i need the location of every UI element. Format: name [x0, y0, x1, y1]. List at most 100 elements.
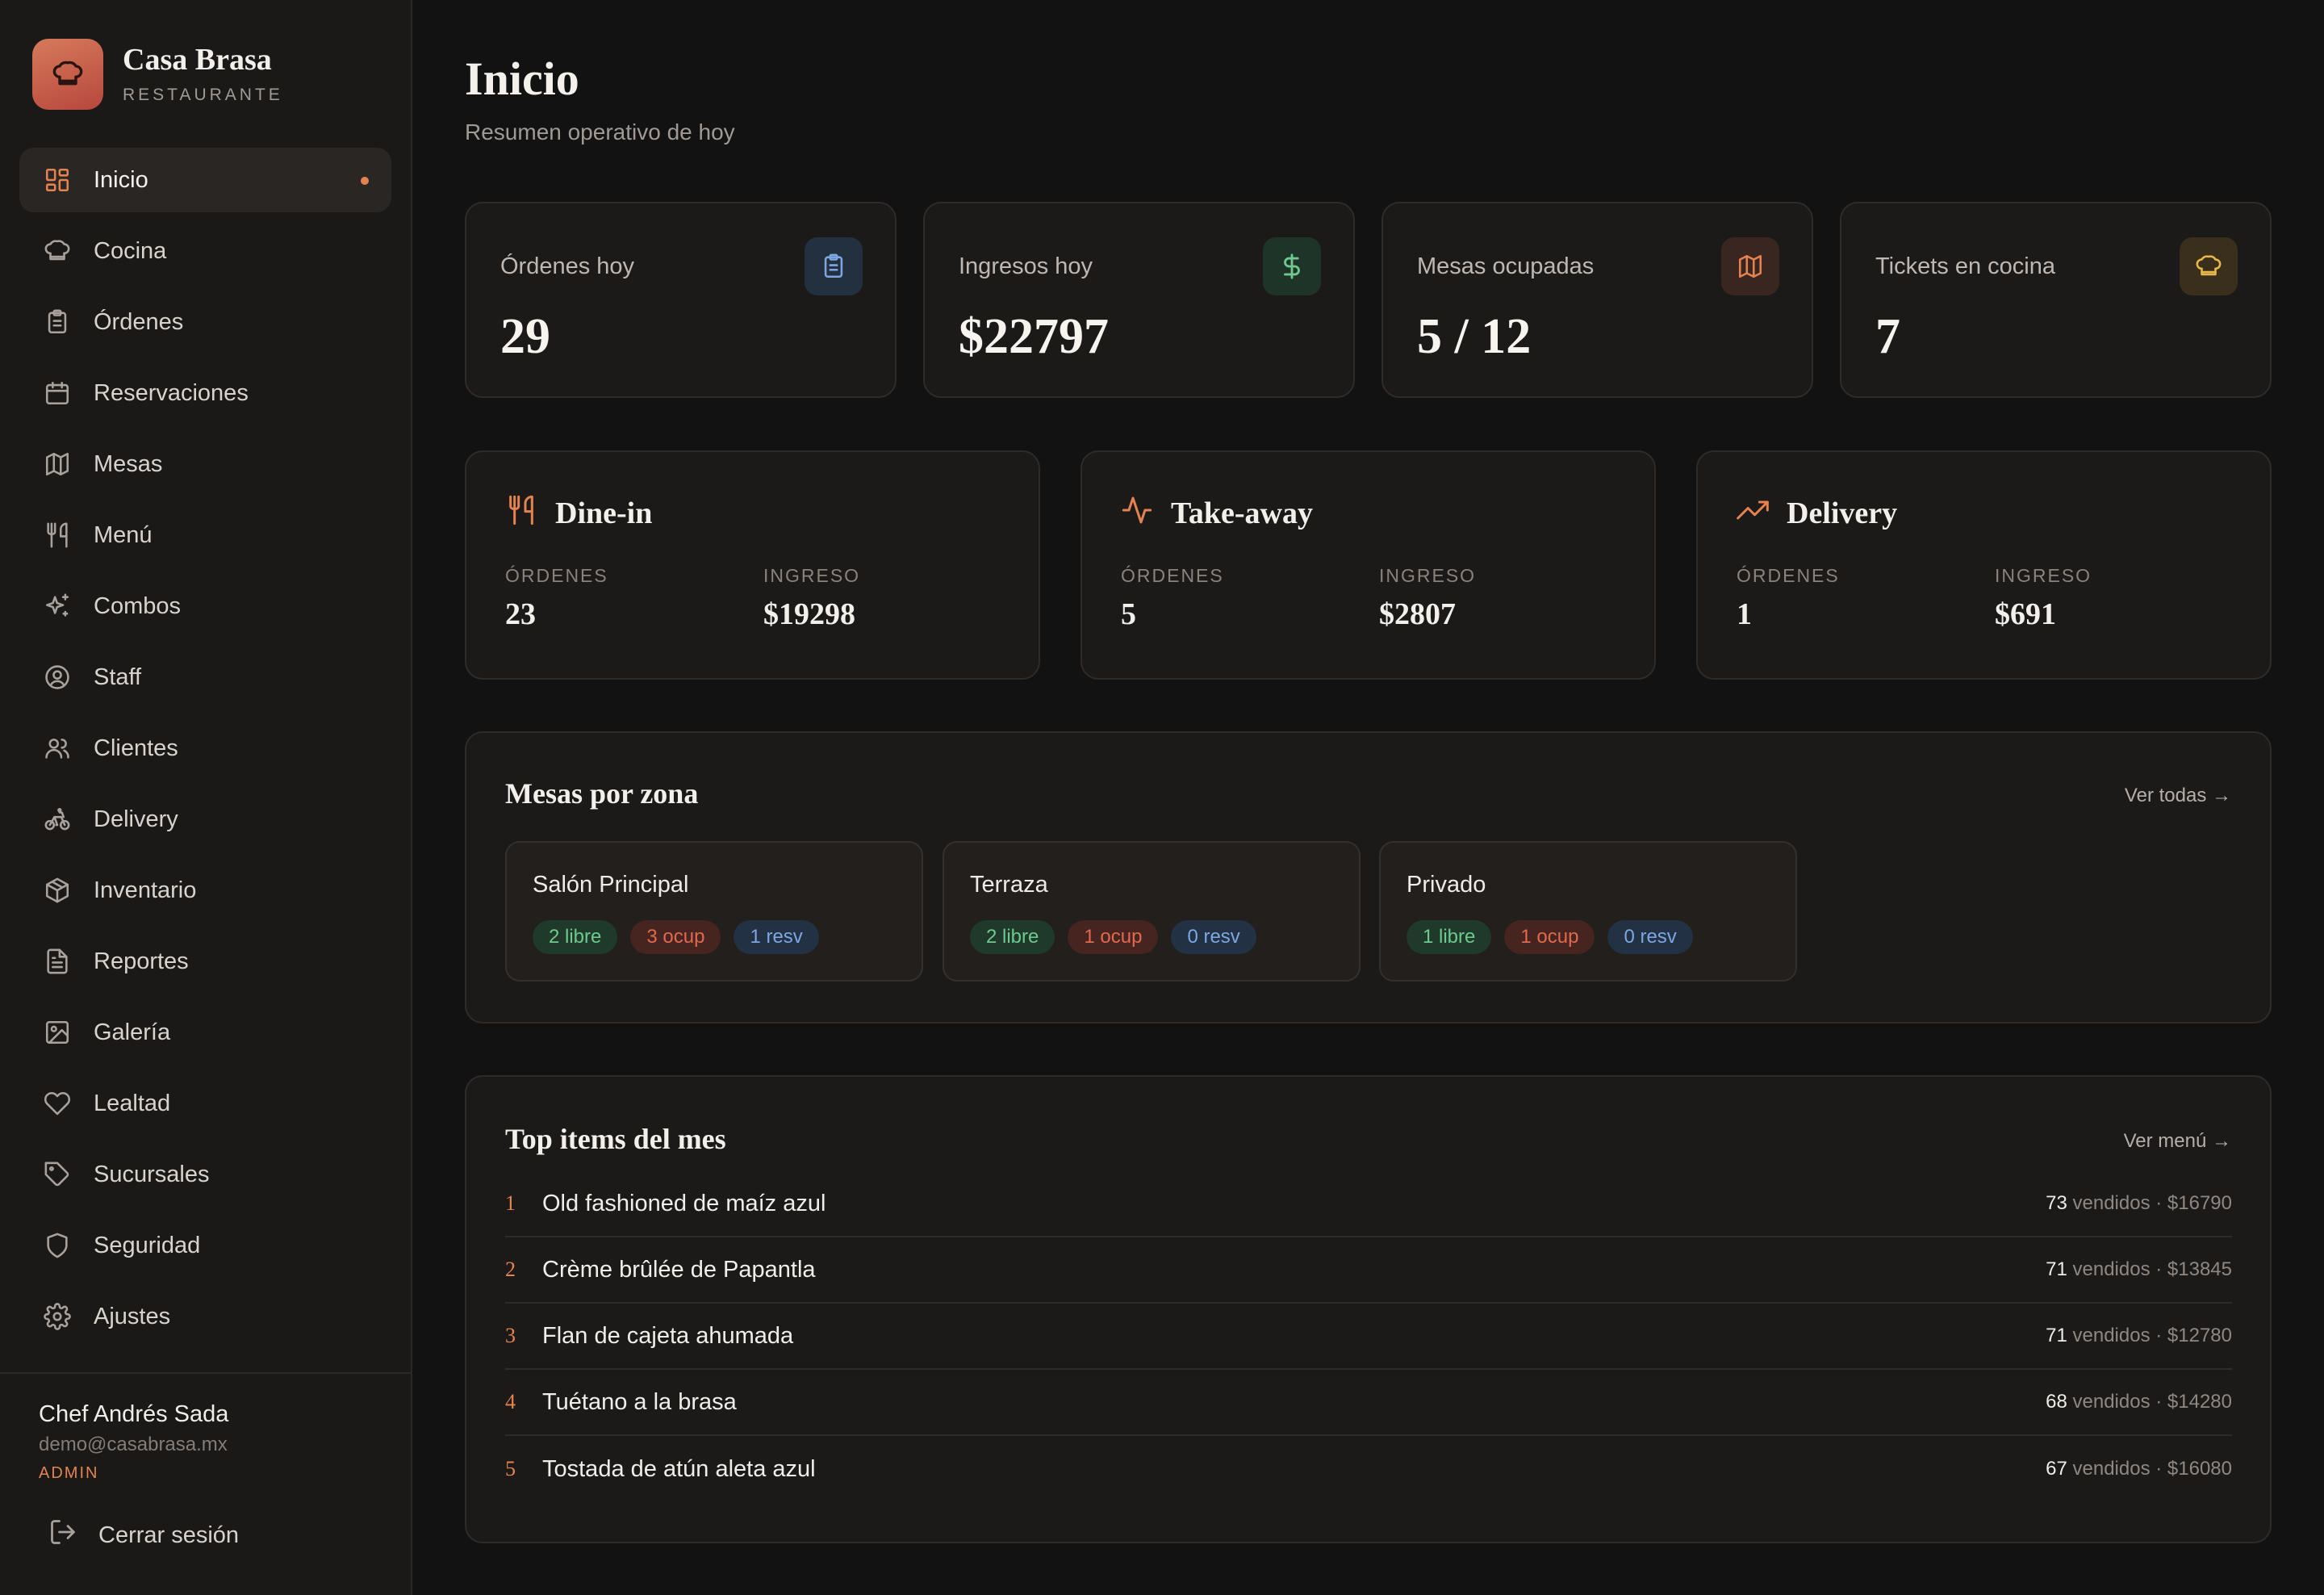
service-card-dine-in: Dine-in ÓRDENES 23 INGRESO $19298 [465, 450, 1040, 680]
list-item[interactable]: 2 Crème brûlée de Papantla 71 vendidos ·… [505, 1237, 2232, 1304]
view-menu-link[interactable]: Ver menú → [2124, 1130, 2231, 1153]
list-item[interactable]: 4 Tuétano a la brasa 68 vendidos · $1428… [505, 1370, 2232, 1436]
sidebar-item-label: Reportes [94, 948, 189, 974]
sidebar-item-clientes[interactable]: Clientes [19, 716, 391, 781]
view-all-link[interactable]: Ver todas → [2125, 785, 2231, 807]
image-icon [42, 1017, 73, 1048]
brand[interactable]: Casa Brasa RESTAURANTE [32, 39, 283, 110]
orders-label: ÓRDENES [505, 565, 608, 586]
zone-card[interactable]: Privado 1 libre 1 ocup 0 resv [1379, 841, 1797, 982]
item-name: Tuétano a la brasa [542, 1388, 737, 1415]
stat-label: Ingresos hoy [959, 253, 1093, 279]
sidebar-item-menu[interactable]: Menú [19, 503, 391, 567]
orders-value: 23 [505, 597, 536, 631]
package-icon [42, 875, 73, 906]
sidebar-item-staff[interactable]: Staff [19, 645, 391, 710]
status-badge-resv: 0 resv [1171, 920, 1256, 954]
sidebar-item-delivery[interactable]: Delivery [19, 787, 391, 852]
status-badge-ocup: 1 ocup [1068, 920, 1159, 954]
item-sold-label: vendidos · $16080 [2072, 1458, 2232, 1480]
item-name: Old fashioned de maíz azul [542, 1190, 826, 1216]
users-icon [42, 733, 73, 764]
revenue-value: $691 [1995, 597, 2056, 631]
sidebar-item-galeria[interactable]: Galería [19, 1000, 391, 1065]
orders-label: ÓRDENES [1121, 565, 1224, 586]
list-item[interactable]: 5 Tostada de atún aleta azul 67 vendidos… [505, 1436, 2232, 1502]
item-sold-label: vendidos · $14280 [2072, 1391, 2232, 1413]
list-item[interactable]: 3 Flan de cajeta ahumada 71 vendidos · $… [505, 1304, 2232, 1370]
file-text-icon [42, 946, 73, 977]
stat-value: 7 [1875, 309, 1900, 364]
stat-card-ingresos: Ingresos hoy $22797 [923, 202, 1355, 398]
sidebar-item-inicio[interactable]: Inicio [19, 148, 391, 212]
status-badge-libre: 1 libre [1407, 920, 1492, 954]
item-sold-label: vendidos · $13845 [2072, 1258, 2232, 1280]
sidebar-item-label: Combos [94, 592, 181, 619]
sidebar-item-reservaciones[interactable]: Reservaciones [19, 361, 391, 425]
service-title: Delivery [1787, 496, 1898, 530]
revenue-value: $19298 [763, 597, 855, 631]
zone-name: Privado [1407, 872, 1486, 898]
stat-value: 29 [500, 309, 550, 364]
zone-card[interactable]: Salón Principal 2 libre 3 ocup 1 resv [505, 841, 923, 982]
activity-icon [1121, 494, 1153, 532]
status-badge-libre: 2 libre [970, 920, 1055, 954]
user-circle-icon [42, 662, 73, 693]
sidebar-item-label: Staff [94, 664, 142, 690]
sidebar-item-reportes[interactable]: Reportes [19, 929, 391, 994]
sidebar-item-seguridad[interactable]: Seguridad [19, 1213, 391, 1278]
stat-card-tickets: Tickets en cocina 7 [1840, 202, 2272, 398]
sidebar-item-label: Cocina [94, 237, 167, 264]
status-badge-resv: 1 resv [734, 920, 819, 954]
tag-icon [42, 1159, 73, 1190]
zone-name: Terraza [970, 872, 1048, 898]
item-stats: 68 vendidos · $14280 [2046, 1391, 2232, 1413]
sidebar-item-ajustes[interactable]: Ajustes [19, 1284, 391, 1349]
sidebar-item-label: Seguridad [94, 1232, 201, 1258]
section-title: Top items del mes [505, 1123, 726, 1155]
sidebar-item-combos[interactable]: Combos [19, 574, 391, 638]
section-title: Mesas por zona [505, 777, 699, 810]
item-stats: 67 vendidos · $16080 [2046, 1458, 2232, 1480]
item-rank: 3 [505, 1324, 516, 1347]
sidebar-item-label: Lealtad [94, 1090, 171, 1116]
sidebar-item-label: Ajustes [94, 1303, 171, 1329]
sidebar-item-lealtad[interactable]: Lealtad [19, 1071, 391, 1136]
list-item[interactable]: 1 Old fashioned de maíz azul 73 vendidos… [505, 1171, 2232, 1237]
sidebar-item-label: Inicio [94, 166, 148, 193]
orders-value: 5 [1121, 597, 1136, 631]
user-role-badge: ADMIN [39, 1464, 99, 1482]
bike-icon [42, 804, 73, 835]
revenue-value: $2807 [1379, 597, 1456, 631]
stat-label: Mesas ocupadas [1417, 253, 1595, 279]
chef-hat-icon [32, 39, 103, 110]
item-rank: 2 [505, 1258, 516, 1281]
zone-card[interactable]: Terraza 2 libre 1 ocup 0 resv [943, 841, 1361, 982]
logout-button[interactable]: Cerrar sesión [48, 1518, 239, 1553]
stat-label: Tickets en cocina [1875, 253, 2055, 279]
service-card-take-away: Take-away ÓRDENES 5 INGRESO $2807 [1080, 450, 1656, 680]
sidebar-item-inventario[interactable]: Inventario [19, 858, 391, 923]
dashboard-icon [42, 165, 73, 195]
item-name: Tostada de atún aleta azul [542, 1455, 816, 1482]
item-sold-label: vendidos · $16790 [2072, 1192, 2232, 1214]
chef-hat-icon [42, 236, 73, 266]
item-sold-count: 71 [2046, 1325, 2067, 1346]
status-badge-libre: 2 libre [533, 920, 618, 954]
sidebar: Casa Brasa RESTAURANTE Inicio Cocina Órd… [0, 0, 412, 1595]
orders-label: ÓRDENES [1737, 565, 1840, 586]
divider [0, 1372, 411, 1374]
sidebar-item-label: Sucursales [94, 1161, 210, 1187]
clipboard-icon [805, 237, 863, 295]
sidebar-item-ordenes[interactable]: Órdenes [19, 290, 391, 354]
user-name: Chef Andrés Sada [39, 1401, 229, 1427]
sidebar-item-cocina[interactable]: Cocina [19, 219, 391, 283]
sidebar-item-label: Inventario [94, 877, 197, 903]
sidebar-item-sucursales[interactable]: Sucursales [19, 1142, 391, 1207]
stat-value: 5 / 12 [1417, 309, 1532, 364]
item-name: Flan de cajeta ahumada [542, 1322, 794, 1349]
sparkles-icon [42, 591, 73, 622]
clipboard-icon [42, 307, 73, 337]
sidebar-item-mesas[interactable]: Mesas [19, 432, 391, 496]
page-title: Inicio [465, 52, 579, 105]
